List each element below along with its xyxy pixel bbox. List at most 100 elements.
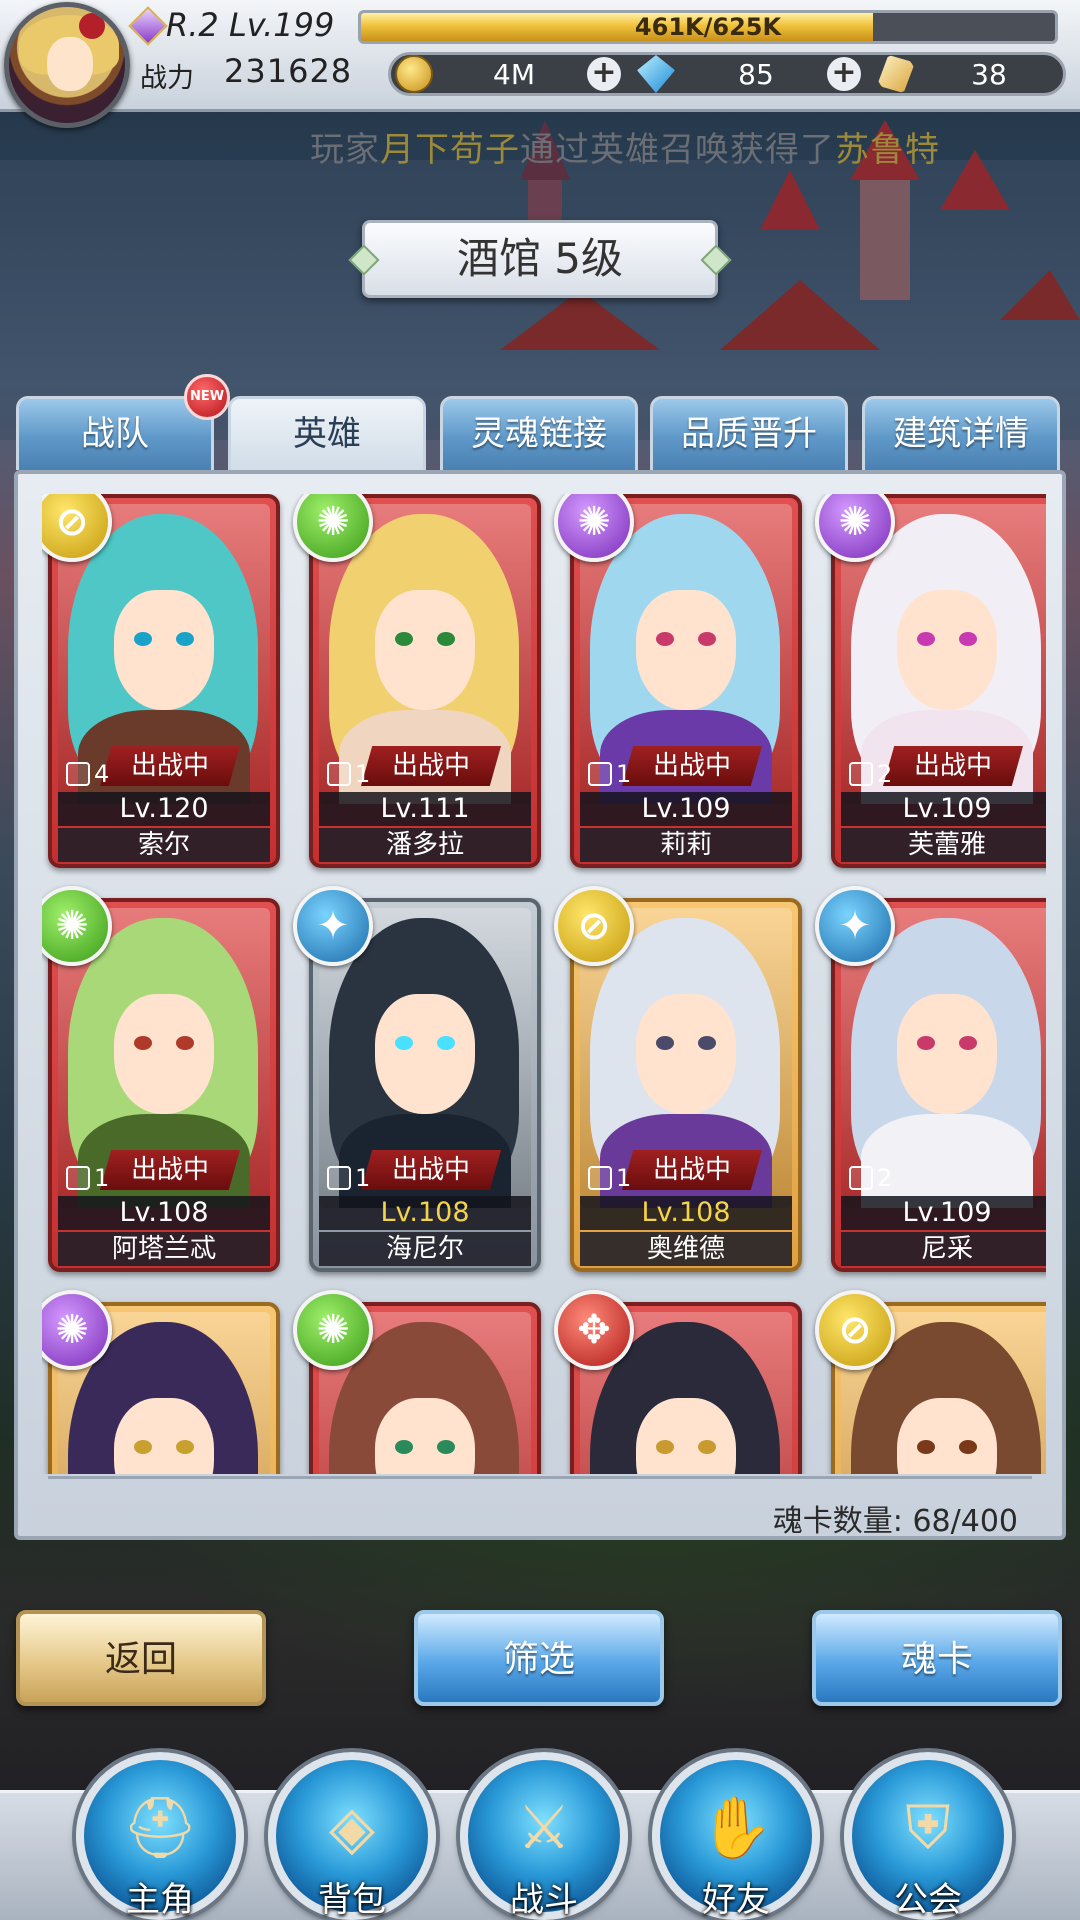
tab-team-label: 战队: [81, 414, 149, 454]
hero-copies: 1: [66, 1164, 109, 1192]
hero-level: Lv.108: [319, 1196, 531, 1230]
element-mini-icon: [327, 1166, 351, 1190]
diamond-value: 85: [738, 57, 774, 91]
hero-eye: [134, 1440, 152, 1454]
hero-level: Lv.109: [841, 1196, 1046, 1230]
element-blue-icon: ✦: [815, 886, 895, 966]
element-green-icon: ✺: [293, 1290, 373, 1370]
gold-coin-icon: [395, 55, 433, 93]
tab-building-details-label: 建筑详情: [893, 414, 1029, 454]
hero-name: 阿塔兰忒: [58, 1232, 270, 1266]
hero-copies: 1: [327, 1164, 370, 1192]
hero-copies: 2: [849, 1164, 892, 1192]
soul-card-count: 魂卡数量: 68/400: [772, 1504, 1018, 1539]
hero-face: [114, 590, 214, 710]
tab-quality-upgrade[interactable]: 品质晋升: [650, 396, 848, 470]
diamond-currency: 85: [637, 55, 837, 93]
hero-body: [861, 1114, 1033, 1208]
hero-eye: [176, 1036, 194, 1050]
nav-hero[interactable]: ⛑ 主角: [76, 1752, 244, 1920]
tab-heroes[interactable]: 英雄: [228, 396, 426, 476]
hero-eye: [656, 1440, 674, 1454]
crystal-currency: 38: [877, 55, 1063, 93]
element-red-icon: ✥: [554, 1290, 634, 1370]
rose-icon: [79, 13, 105, 39]
nav-battle-label: 战斗: [510, 1880, 578, 1920]
tab-soul-link-label: 灵魂链接: [471, 414, 607, 454]
crossed-swords-icon: ⚔: [517, 1793, 571, 1863]
deployed-ribbon: 出战中: [883, 746, 1023, 786]
hero-copies: 1: [588, 1164, 631, 1192]
deployed-ribbon: 出战中: [100, 746, 240, 786]
nav-friends-label: 好友: [702, 1880, 770, 1920]
hero-copies-count: 2: [877, 760, 893, 788]
currency-bar: 4M + 85 + 38: [388, 52, 1066, 96]
hero-eye: [917, 1440, 935, 1454]
page-title: 酒馆 5级: [362, 220, 718, 298]
hero-eye: [395, 632, 413, 646]
hero-name: 莉莉: [580, 828, 792, 862]
hero-copies-count: 1: [616, 1164, 632, 1192]
hero-name: 索尔: [58, 828, 270, 862]
hero-card-grid[interactable]: 出战中 4 Lv.120 索尔 ⊘ 出战中 1 Lv.111 潘多拉 ✺ 出战中 1 Lv.109 莉莉 ✺…: [42, 494, 1046, 1474]
tab-heroes-label: 英雄: [293, 414, 361, 454]
hero-copies: 4: [66, 760, 109, 788]
hero-face: [897, 1398, 997, 1474]
nav-backpack[interactable]: ◈ 背包: [268, 1752, 436, 1920]
experience-text: 461K/625K: [634, 13, 782, 41]
hero-eye: [959, 1036, 977, 1050]
deployed-ribbon: 出战中: [100, 1150, 240, 1190]
hero-copies: 2: [849, 760, 892, 788]
nav-friends[interactable]: ✋ 好友: [652, 1752, 820, 1920]
hero-eye: [656, 632, 674, 646]
hero-eye: [395, 1440, 413, 1454]
gold-crystal-icon: [877, 55, 915, 93]
hero-eye: [134, 632, 152, 646]
element-mini-icon: [327, 762, 351, 786]
hero-copies: 1: [588, 760, 631, 788]
blue-diamond-icon: [637, 55, 675, 93]
filter-button[interactable]: 筛选: [414, 1610, 664, 1706]
hero-face: [636, 590, 736, 710]
tab-quality-upgrade-label: 品质晋升: [681, 414, 817, 454]
soul-card-button[interactable]: 魂卡: [812, 1610, 1062, 1706]
ticker-hero-name: 苏鲁特: [835, 130, 940, 170]
nav-battle[interactable]: ⚔ 战斗: [460, 1752, 628, 1920]
hero-eye: [395, 1036, 413, 1050]
hero-copies: 1: [327, 760, 370, 788]
hero-eye: [437, 632, 455, 646]
back-button[interactable]: 返回: [16, 1610, 266, 1706]
add-diamond-button[interactable]: +: [827, 57, 861, 91]
ticker-player-name: 月下苟子: [380, 130, 520, 170]
nav-hero-label: 主角: [126, 1880, 194, 1920]
hero-eye: [656, 1036, 674, 1050]
hero-eye: [176, 632, 194, 646]
ticker-middle: 通过英雄召唤获得了: [520, 130, 835, 170]
hero-level: Lv.109: [841, 792, 1046, 826]
deployed-ribbon: 出战中: [361, 746, 501, 786]
element-mini-icon: [66, 762, 90, 786]
player-avatar[interactable]: [4, 2, 130, 128]
element-mini-icon: [849, 762, 873, 786]
element-mini-icon: [588, 1166, 612, 1190]
hero-level: Lv.108: [58, 1196, 270, 1230]
nav-guild-label: 公会: [894, 1880, 962, 1920]
rank-gem-icon: [128, 6, 168, 46]
add-gold-button[interactable]: +: [587, 57, 621, 91]
tab-team[interactable]: 战队: [16, 396, 214, 470]
hero-copies-count: 1: [355, 1164, 371, 1192]
panel-divider: [48, 1476, 1032, 1479]
hero-copies-count: 1: [616, 760, 632, 788]
ticker-prefix: 玩家: [310, 130, 380, 170]
hero-eye: [698, 1440, 716, 1454]
hero-copies-count: 1: [94, 1164, 110, 1192]
hero-eye: [437, 1440, 455, 1454]
hero-eye: [437, 1036, 455, 1050]
nav-guild[interactable]: ⛨ 公会: [844, 1752, 1012, 1920]
player-rank-level: R.2 Lv.199: [166, 6, 335, 44]
crystal-value: 38: [971, 57, 1007, 91]
tab-soul-link[interactable]: 灵魂链接: [440, 396, 638, 470]
tab-building-details[interactable]: 建筑详情: [862, 396, 1060, 470]
hero-name: 奥维德: [580, 1232, 792, 1266]
hero-face: [897, 994, 997, 1114]
